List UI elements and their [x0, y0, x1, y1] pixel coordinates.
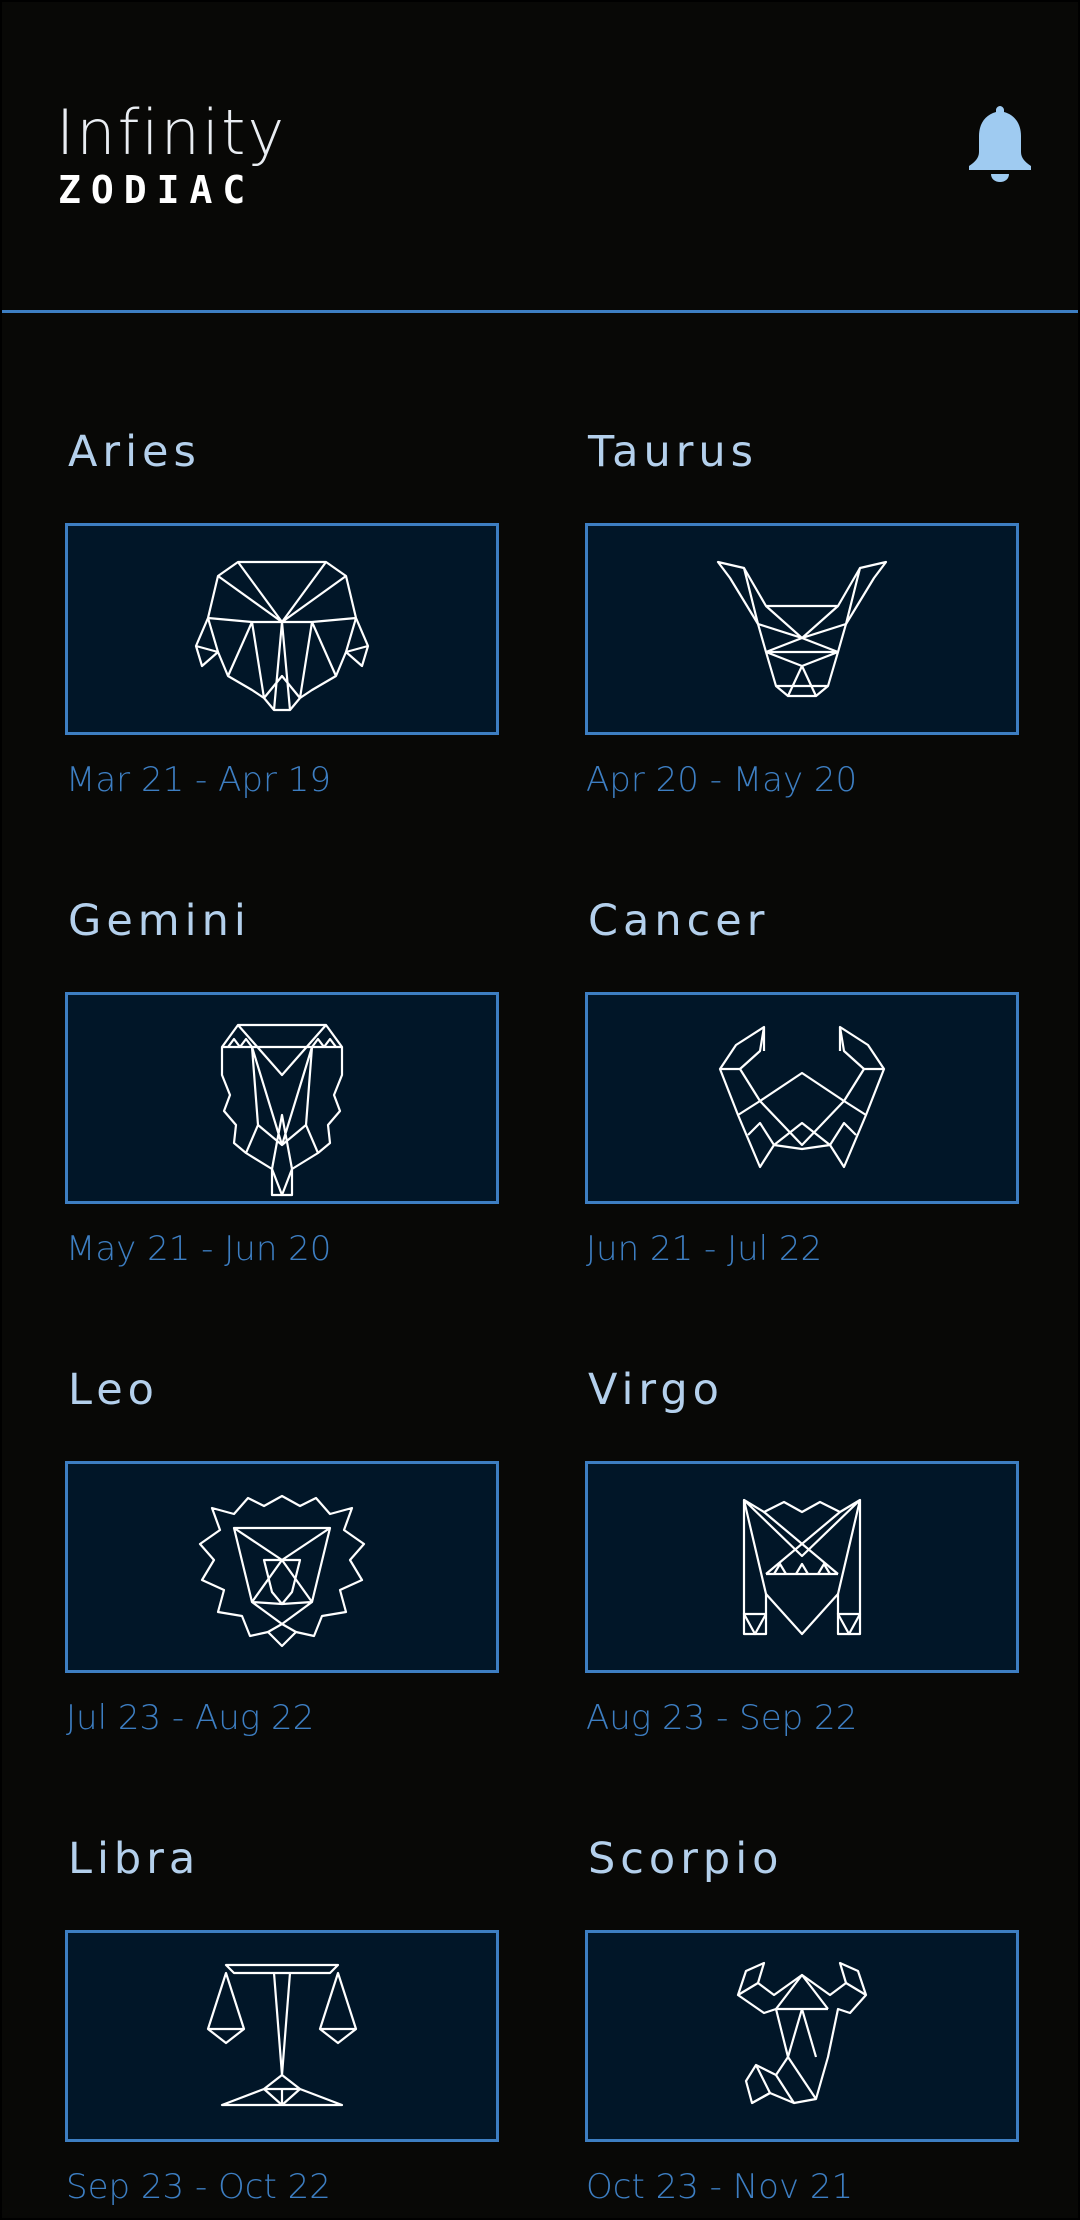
sign-name-aries: Aries	[68, 427, 201, 477]
sign-card-taurus[interactable]	[585, 523, 1019, 735]
sign-name-taurus: Taurus	[588, 427, 759, 477]
sign-card-gemini[interactable]	[65, 992, 499, 1204]
sign-card-virgo[interactable]	[585, 1461, 1019, 1673]
sign-dates-leo: Jul 23 - Aug 22	[66, 1698, 315, 1738]
sign-card-scorpio[interactable]	[585, 1930, 1019, 2142]
sign-card-libra[interactable]	[65, 1930, 499, 2142]
sign-name-libra: Libra	[68, 1834, 201, 1884]
sign-name-cancer: Cancer	[588, 896, 770, 946]
sign-name-leo: Leo	[68, 1365, 159, 1415]
sign-name-virgo: Virgo	[588, 1365, 724, 1415]
logo-infinity: Infinity	[56, 96, 287, 169]
bell-icon[interactable]	[965, 102, 1035, 182]
sign-dates-virgo: Aug 23 - Sep 22	[586, 1698, 858, 1738]
twins-icon	[220, 1023, 344, 1197]
app-screen: Infinity ZODIAC Aries Mar 21 - Apr 19 Ta…	[0, 0, 1080, 2220]
sign-dates-taurus: Apr 20 - May 20	[586, 760, 858, 800]
bull-icon	[716, 560, 888, 698]
lion-icon	[198, 1494, 366, 1648]
ram-icon	[194, 560, 370, 712]
sign-dates-scorpio: Oct 23 - Nov 21	[586, 2167, 854, 2207]
logo-zodiac: ZODIAC	[58, 168, 256, 212]
sign-card-cancer[interactable]	[585, 992, 1019, 1204]
scales-icon	[206, 1963, 358, 2107]
app-header: Infinity ZODIAC	[2, 2, 1078, 313]
sign-dates-libra: Sep 23 - Oct 22	[66, 2167, 331, 2207]
sign-dates-aries: Mar 21 - Apr 19	[66, 760, 331, 800]
virgo-icon	[742, 1498, 862, 1636]
scorpion-icon	[736, 1961, 868, 2105]
sign-name-gemini: Gemini	[68, 896, 251, 946]
crab-icon	[718, 1025, 886, 1169]
sign-card-aries[interactable]	[65, 523, 499, 735]
sign-dates-gemini: May 21 - Jun 20	[66, 1229, 332, 1269]
sign-dates-cancer: Jun 21 - Jul 22	[586, 1229, 823, 1269]
sign-card-leo[interactable]	[65, 1461, 499, 1673]
sign-name-scorpio: Scorpio	[588, 1834, 784, 1884]
